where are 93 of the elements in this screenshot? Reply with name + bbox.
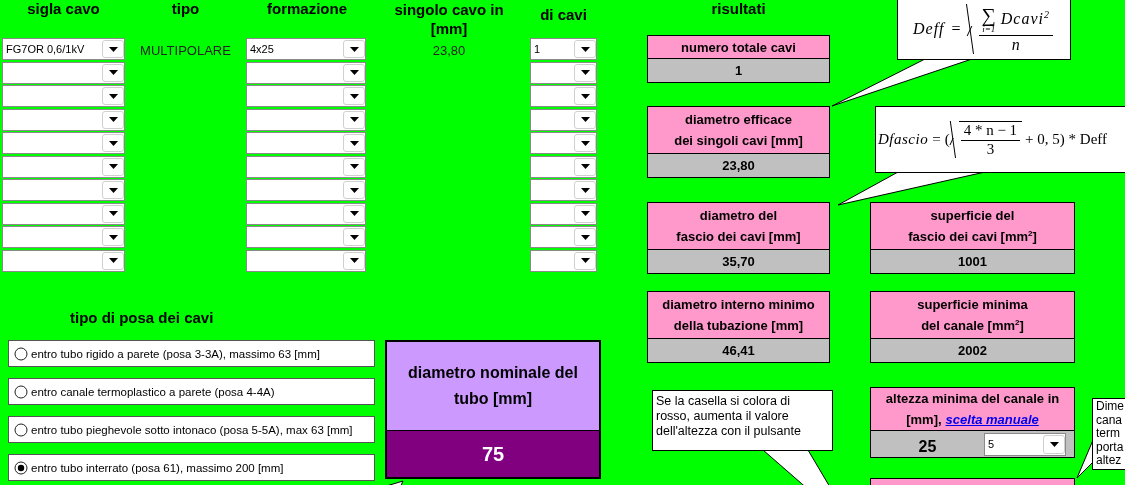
radio-option[interactable]: entro tubo interrato (posa 61), massimo 200 [mm] [8, 454, 375, 481]
dropdown[interactable] [246, 202, 366, 225]
column-header: formazione [267, 0, 347, 17]
caret-icon [349, 211, 359, 216]
dropdown[interactable] [2, 202, 125, 225]
caret-icon [580, 70, 590, 75]
result-title: superficie minima del canale [mm$^{2}$] [916, 296, 1029, 335]
caret-icon [349, 70, 359, 75]
cable-diameter: 23,80 [432, 42, 466, 58]
caret-icon [349, 93, 359, 99]
caret-icon [108, 164, 118, 169]
dropdown[interactable] [530, 155, 597, 178]
result-title: diametro interno minimo della tubazione [mm] [661, 296, 816, 335]
caret-icon [108, 140, 118, 146]
dropdown[interactable] [2, 132, 125, 154]
result-title: superficie del fascio dei cavi [mm$^{2}$] [907, 207, 1038, 246]
caret-icon [349, 234, 359, 240]
result-value: 35,70 [648, 249, 829, 273]
caret-icon [580, 234, 590, 240]
result-value: 1 [648, 58, 829, 82]
dropdown[interactable] [2, 108, 125, 131]
result-value: 23,80 [648, 153, 829, 177]
radio-option[interactable]: entro tubo rigido a parete (posa 3-3A), massimo 63 [mm] [8, 340, 375, 367]
caret-icon [580, 164, 590, 169]
result-title: diametro efficace dei singoli cavi [mm] [673, 111, 804, 150]
result-value: 46,41 [648, 338, 829, 362]
caret-icon [349, 117, 359, 122]
dropdown[interactable] [246, 132, 366, 154]
dropdown[interactable] [2, 155, 125, 178]
dropdown[interactable] [246, 85, 366, 107]
dropdown[interactable] [530, 85, 597, 107]
cable-type: MULTIPOLARE [140, 42, 231, 58]
caret-icon [108, 117, 118, 122]
dropdown[interactable] [530, 132, 597, 154]
result-value: 1001 [871, 249, 1074, 273]
caret-icon [108, 211, 118, 216]
caret-icon [1049, 441, 1059, 447]
dropdown[interactable] [530, 202, 597, 225]
caret-icon [349, 46, 359, 52]
result-value: 2002 [871, 338, 1074, 362]
section-title: risultati [711, 0, 766, 17]
result-value: 25 [917, 436, 938, 456]
caret-icon [580, 187, 590, 193]
caret-icon [349, 187, 359, 193]
caret-icon [108, 46, 118, 52]
dropdown[interactable] [2, 61, 125, 84]
dropdown[interactable] [530, 108, 597, 131]
dropdown[interactable]: 4x25 [246, 38, 366, 60]
radio-option[interactable]: entro canale termoplastico a parete (posa 4-4A) [8, 378, 375, 405]
dropdown[interactable]: 5 [984, 432, 1066, 456]
dropdown[interactable] [2, 179, 125, 201]
column-header: sigla cavo [27, 0, 100, 17]
dropdown[interactable] [246, 179, 366, 201]
dropdown[interactable] [2, 226, 125, 248]
caret-icon [108, 234, 118, 240]
result-title: numero totale cavi [680, 38, 797, 57]
dropdown[interactable] [246, 226, 366, 248]
result-title: diametro del fascio dei cavi [mm] [675, 207, 802, 246]
caret-icon [580, 117, 590, 122]
caret-icon [580, 93, 590, 99]
caret-icon [580, 211, 590, 216]
result-title: diametro nominale del tubo [mm] [387, 342, 599, 430]
caret-icon [349, 258, 359, 263]
dropdown[interactable] [530, 249, 597, 272]
dropdown[interactable] [2, 249, 125, 272]
result-value: 75 [387, 430, 599, 477]
dropdown[interactable] [246, 155, 366, 178]
dropdown[interactable]: 1 [530, 38, 597, 60]
dropdown[interactable] [246, 61, 366, 84]
formula: Deff = ∑ i=1 Dcavi$^{2}$ n [898, 0, 1070, 59]
link[interactable]: scelta manuale [945, 412, 1039, 427]
caret-icon [108, 93, 118, 99]
caret-icon [108, 258, 118, 263]
dropdown[interactable] [530, 179, 597, 201]
column-header: singolo cavo in [mm] [394, 0, 504, 38]
dropdown[interactable]: FG7OR 0,6/1kV [2, 38, 125, 60]
column-header: tipo [171, 0, 200, 17]
radio-option[interactable]: entro tubo pieghevole sotto intonaco (posa 5-5A), max 63 [mm] [8, 416, 375, 443]
caret-icon [580, 46, 590, 52]
caret-icon [108, 187, 118, 193]
caret-icon [349, 164, 359, 169]
dropdown[interactable] [530, 61, 597, 84]
section-title: tipo di posa dei cavi [70, 309, 214, 327]
caret-icon [580, 140, 590, 146]
dropdown[interactable] [246, 249, 366, 272]
caret-icon [580, 258, 590, 263]
column-header: di cavi [540, 5, 587, 23]
result-title: altezza minima del canale in [mm], scelta manuale [885, 390, 1060, 429]
dropdown[interactable] [530, 226, 597, 248]
dropdown[interactable] [2, 85, 125, 107]
caret-icon [108, 70, 118, 75]
dropdown[interactable] [246, 108, 366, 131]
caret-icon [349, 140, 359, 146]
